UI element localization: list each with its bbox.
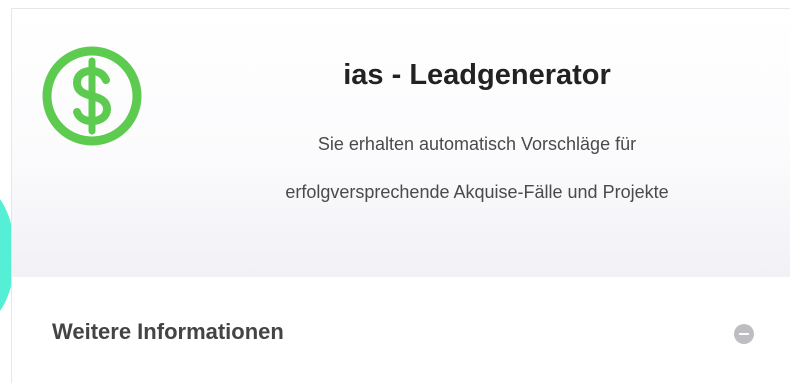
card-header: ias - Leadgenerator Sie erhalten automat… [12, 9, 790, 277]
more-info-label: Weitere Informationen [52, 319, 284, 344]
more-info-accordion[interactable]: Weitere Informationen [12, 277, 790, 383]
minus-circle-icon[interactable] [734, 324, 754, 344]
page: ias - Leadgenerator Sie erhalten automat… [0, 0, 790, 383]
card-title: ias - Leadgenerator [343, 59, 611, 91]
product-card: ias - Leadgenerator Sie erhalten automat… [11, 8, 790, 383]
dollar-coin-icon [42, 46, 142, 146]
card-description-line-2: erfolgversprechende Akquise-Fälle und Pr… [285, 182, 669, 202]
card-description-line-1: Sie erhalten automatisch Vorschläge für [317, 134, 637, 154]
